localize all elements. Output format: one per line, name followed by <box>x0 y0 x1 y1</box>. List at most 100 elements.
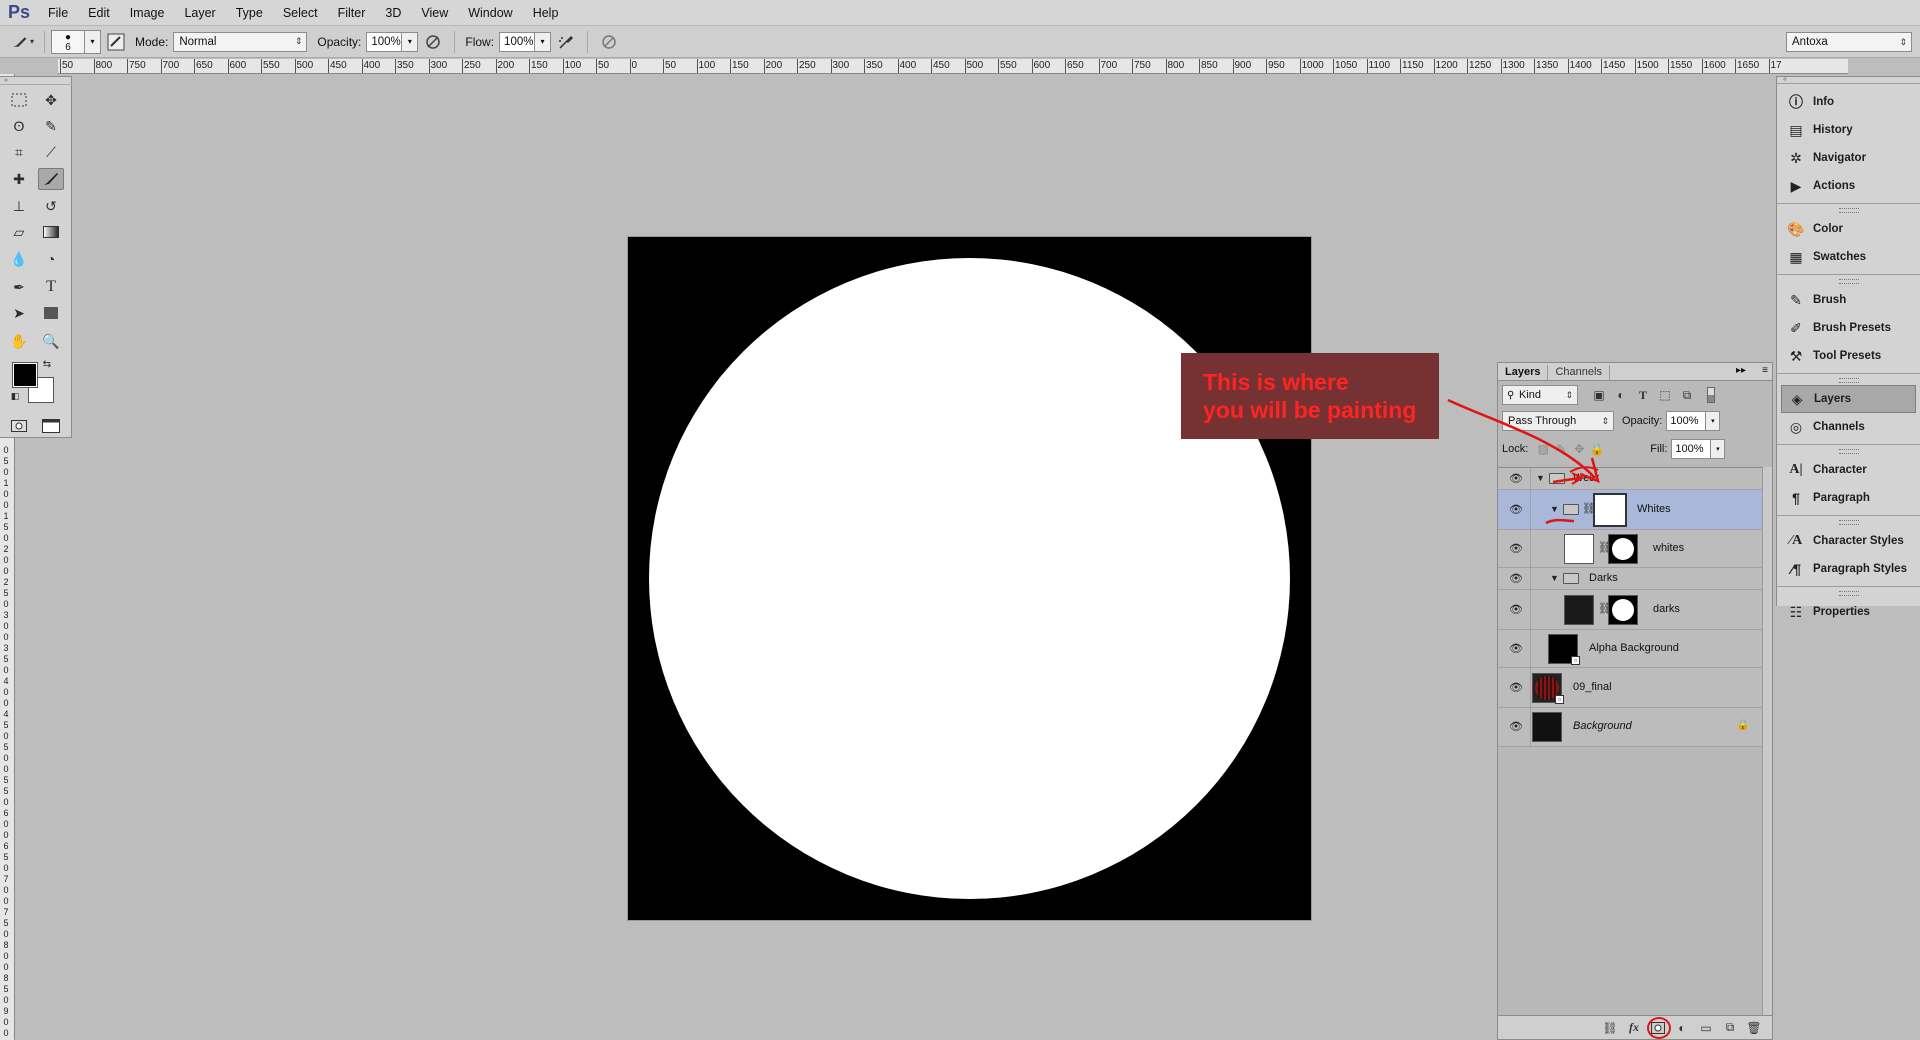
visibility-eye-icon[interactable]: 👁 <box>1508 603 1524 616</box>
menu-file[interactable]: File <box>38 0 78 26</box>
layer-thumbnail[interactable] <box>1564 595 1594 625</box>
lock-pixels-icon[interactable]: ✎ <box>1552 440 1570 458</box>
layer-mask-thumbnail[interactable] <box>1608 595 1638 625</box>
menu-filter[interactable]: Filter <box>328 0 376 26</box>
layer-opacity-input[interactable]: 100% <box>1666 411 1707 431</box>
brush-tool-preset-icon[interactable]: ▾ <box>12 31 34 53</box>
screen-mode-icon[interactable] <box>38 415 64 437</box>
dock-group-grip[interactable] <box>1838 520 1859 525</box>
menu-help[interactable]: Help <box>523 0 569 26</box>
adjustment-layer-icon[interactable]: ◐ <box>1670 1018 1694 1038</box>
lock-transparent-icon[interactable]: ▨ <box>1534 440 1552 458</box>
lock-all-icon[interactable]: 🔒 <box>1588 440 1606 458</box>
type-tool-icon[interactable]: T <box>38 276 64 298</box>
group-mask-thumbnail[interactable] <box>1593 493 1627 527</box>
healing-brush-tool-icon[interactable]: ✚ <box>6 168 32 190</box>
menu-window[interactable]: Window <box>458 0 522 26</box>
brush-picker-dropdown[interactable]: ▾ <box>85 29 101 54</box>
pen-tool-icon[interactable]: ✒ <box>6 276 32 298</box>
crop-tool-icon[interactable]: ⌗ <box>6 141 32 163</box>
dock-grip[interactable]: « <box>1777 76 1920 84</box>
dock-item-history[interactable]: ▤ History <box>1777 116 1920 144</box>
new-group-folder-icon[interactable]: ▭ <box>1694 1018 1718 1038</box>
layer-row-darks[interactable]: 👁 ⛓ darks <box>1498 590 1762 630</box>
dock-group-grip[interactable] <box>1838 378 1859 383</box>
visibility-eye-icon[interactable]: 👁 <box>1508 542 1524 555</box>
visibility-eye-icon[interactable]: 👁 <box>1508 642 1524 655</box>
dock-group-grip[interactable] <box>1838 279 1859 284</box>
zoom-tool-icon[interactable]: 🔍 <box>38 330 64 352</box>
quick-mask-icon[interactable] <box>6 415 32 437</box>
group-expand-caret-icon[interactable]: ▼ <box>1550 504 1559 514</box>
filter-kind-select[interactable]: ⚲ Kind <box>1502 385 1578 405</box>
opacity-dropdown[interactable]: ▾ <box>402 31 419 52</box>
gradient-tool-icon[interactable] <box>38 221 64 243</box>
menu-3d[interactable]: 3D <box>375 0 411 26</box>
visibility-eye-icon[interactable]: 👁 <box>1508 503 1524 516</box>
dock-item-color[interactable]: 🎨 Color <box>1777 215 1920 243</box>
eraser-tool-icon[interactable]: ▱ <box>6 221 32 243</box>
visibility-eye-icon[interactable]: 👁 <box>1508 472 1524 485</box>
dock-item-paragraph[interactable]: ¶ Paragraph <box>1777 484 1920 512</box>
tab-channels[interactable]: Channels <box>1548 365 1610 380</box>
dock-item-info[interactable]: ⓘ Info <box>1777 88 1920 116</box>
dock-group-grip[interactable] <box>1838 449 1859 454</box>
fill-dropdown[interactable]: ▾ <box>1711 439 1726 459</box>
filter-pixel-icon[interactable]: ▣ <box>1588 386 1610 404</box>
panel-menu-icon[interactable]: ≡ <box>1762 365 1768 376</box>
visibility-eye-icon[interactable]: 👁 <box>1508 720 1524 733</box>
flow-dropdown[interactable]: ▾ <box>535 31 552 52</box>
workspace-select[interactable]: Antoxa <box>1786 32 1912 52</box>
flow-input[interactable]: 100% <box>499 31 536 52</box>
menu-type[interactable]: Type <box>226 0 273 26</box>
dock-item-actions[interactable]: ▶ Actions <box>1777 172 1920 200</box>
add-layer-mask-icon[interactable] <box>1646 1016 1671 1039</box>
history-brush-tool-icon[interactable]: ↺ <box>38 195 64 217</box>
filter-toggle-icon[interactable] <box>1704 386 1718 404</box>
airbrush-icon[interactable] <box>555 31 577 53</box>
layer-row-wear[interactable]: 👁 ▼ Wear <box>1498 468 1762 490</box>
tab-layers[interactable]: Layers <box>1498 365 1549 380</box>
layer-thumbnail[interactable] <box>1532 712 1562 742</box>
brush-panel-toggle-icon[interactable] <box>105 31 127 53</box>
layer-style-fx-icon[interactable]: fx <box>1622 1018 1646 1038</box>
menu-layer[interactable]: Layer <box>174 0 225 26</box>
dock-item-brush[interactable]: ✎ Brush <box>1777 286 1920 314</box>
toolbox-grip[interactable]: » <box>0 77 72 85</box>
dock-group-grip[interactable] <box>1838 591 1859 596</box>
brush-tool-icon[interactable] <box>38 168 64 190</box>
dock-item-paragraph-styles[interactable]: ⁄¶ Paragraph Styles <box>1777 555 1920 583</box>
dock-group-grip[interactable] <box>1838 208 1859 213</box>
visibility-eye-icon[interactable]: 👁 <box>1508 572 1524 585</box>
dock-item-character[interactable]: A| Character <box>1777 456 1920 484</box>
layer-row-darks-group[interactable]: 👁 ▼ Darks <box>1498 568 1762 590</box>
eyedropper-tool-icon[interactable]: ⟋ <box>38 141 64 163</box>
layer-row-whites-group[interactable]: 👁 ▼ ⛓ Whites <box>1498 490 1762 530</box>
menu-select[interactable]: Select <box>273 0 328 26</box>
pressure-opacity-icon[interactable] <box>422 31 444 53</box>
dock-item-layers[interactable]: ◈ Layers <box>1781 385 1916 413</box>
dock-item-character-styles[interactable]: ⁄A Character Styles <box>1777 527 1920 555</box>
group-expand-caret-icon[interactable]: ▼ <box>1536 473 1545 483</box>
group-expand-caret-icon[interactable]: ▼ <box>1550 573 1559 583</box>
blend-mode-select[interactable]: Normal <box>173 31 308 52</box>
clone-stamp-tool-icon[interactable]: ⊥ <box>6 195 32 217</box>
swap-colors-icon[interactable]: ⇆ <box>40 357 54 371</box>
lock-position-icon[interactable]: ✥ <box>1570 440 1588 458</box>
delete-layer-trash-icon[interactable]: 🗑 <box>1742 1018 1766 1038</box>
marquee-tool-icon[interactable] <box>6 89 32 111</box>
layer-blend-mode-select[interactable]: Pass Through <box>1502 411 1614 431</box>
layer-row-whites[interactable]: 👁 ⛓ whites <box>1498 530 1762 568</box>
menu-edit[interactable]: Edit <box>78 0 120 26</box>
menu-image[interactable]: Image <box>120 0 175 26</box>
link-layers-icon[interactable]: ⛓ <box>1598 1018 1622 1038</box>
opacity-input[interactable]: 100% <box>366 31 403 52</box>
dodge-tool-icon[interactable]: ◔ <box>38 248 64 270</box>
default-colors-icon[interactable]: ◧ <box>8 389 22 403</box>
foreground-color-swatch[interactable] <box>12 362 38 388</box>
dock-item-tool-presets[interactable]: ⚒ Tool Presets <box>1777 342 1920 370</box>
dock-item-swatches[interactable]: ▦ Swatches <box>1777 243 1920 271</box>
path-select-tool-icon[interactable]: ➤ <box>6 302 32 324</box>
lasso-tool-icon[interactable]: ʘ <box>6 115 32 137</box>
hand-tool-icon[interactable]: ✋ <box>6 330 32 352</box>
